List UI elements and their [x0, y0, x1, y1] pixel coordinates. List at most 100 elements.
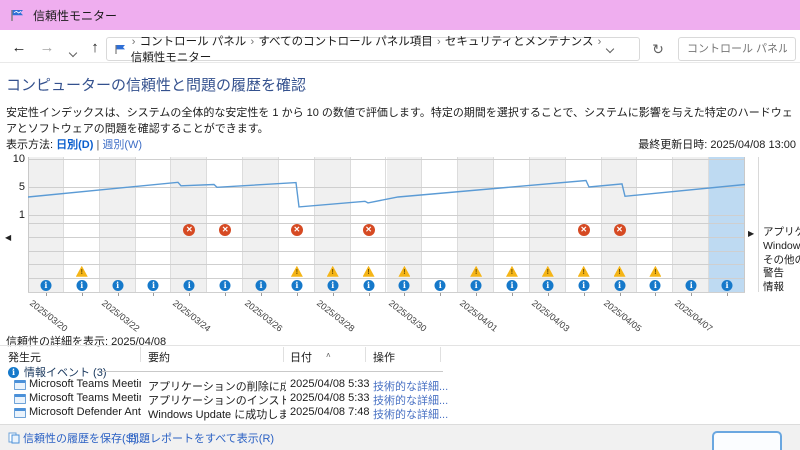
date-label: 2025/04/07	[673, 298, 715, 334]
error-icon[interactable]: ✕	[362, 223, 375, 236]
info-icon[interactable]: i	[363, 279, 375, 291]
reliability-monitor-icon	[115, 44, 125, 54]
date-label: 2025/04/03	[529, 298, 572, 334]
event-row-label: アプリケーション エラー	[763, 226, 800, 238]
chevron-down-icon	[68, 48, 78, 58]
scroll-right-arrow-icon[interactable]: ▶	[748, 229, 754, 238]
technical-details-link[interactable]: 技術的な詳細...	[373, 406, 448, 422]
chart-day-column[interactable]	[28, 157, 64, 292]
info-icon[interactable]: i	[614, 279, 626, 291]
chart-border	[744, 157, 745, 292]
breadcrumb-segment[interactable]: セキュリティとメンテナンス	[442, 36, 597, 48]
date-label: 2025/04/01	[458, 298, 500, 334]
date-label: 2025/03/30	[386, 298, 428, 334]
event-table-row[interactable]: Microsoft Teams Meeting ...アプリケーションの削除に成…	[0, 378, 460, 393]
gridline	[28, 236, 745, 238]
date-label: 2025/03/28	[314, 298, 357, 334]
save-history-link[interactable]: 信頼性の履歴を保存(S)...	[8, 430, 146, 446]
address-dropdown[interactable]	[605, 43, 615, 55]
event-table-row[interactable]: Microsoft Defender Antivi... Windows Upda…	[0, 406, 460, 422]
scroll-left-arrow-icon[interactable]: ◀	[5, 233, 11, 242]
error-icon[interactable]: ✕	[290, 223, 303, 236]
chart-day-column[interactable]	[709, 157, 745, 292]
info-icon[interactable]: i	[721, 279, 733, 291]
event-row-label: 警告	[763, 267, 784, 280]
info-icon[interactable]: i	[327, 279, 339, 291]
breadcrumb: › コントロール パネル › すべてのコントロール パネル項目 › セキュリティ…	[131, 33, 632, 65]
chart-day-column[interactable]	[243, 157, 279, 292]
last-updated: 最終更新日時: 2025/04/08 13:00	[638, 139, 796, 151]
save-report-icon	[8, 432, 20, 444]
error-icon[interactable]: ✕	[219, 223, 232, 236]
event-row-label: その他のエラー	[763, 253, 800, 266]
info-icon[interactable]: i	[434, 279, 446, 291]
forward-button[interactable]: →	[36, 37, 58, 59]
breadcrumb-segment[interactable]: 信頼性モニター	[131, 52, 212, 64]
breadcrumb-segment[interactable]: コントロール パネル	[136, 36, 249, 48]
gridline	[28, 278, 745, 280]
error-icon[interactable]: ✕	[183, 223, 196, 236]
info-icon[interactable]: i	[112, 279, 124, 291]
info-icon[interactable]: i	[183, 279, 195, 291]
gridline	[28, 250, 745, 252]
y-axis-tick-5: 5	[18, 181, 25, 193]
event-source: Microsoft Defender Antivi...	[29, 406, 141, 418]
y-axis-tick-10: 10	[12, 153, 25, 165]
event-row-label: Windows エラー	[763, 239, 800, 252]
address-bar[interactable]: › コントロール パネル › すべてのコントロール パネル項目 › セキュリティ…	[106, 36, 640, 64]
date-label: 2025/03/20	[27, 298, 70, 334]
info-icon[interactable]: i	[506, 279, 518, 291]
event-date: 2025/04/08 5:33	[290, 378, 370, 390]
panel-divider	[758, 157, 759, 292]
info-icon[interactable]: i	[255, 279, 267, 291]
view-mode-label: 表示方法:	[6, 139, 54, 151]
chart-day-column[interactable]	[99, 157, 136, 292]
back-button[interactable]: ←	[8, 37, 30, 59]
chart-day-column[interactable]	[422, 157, 459, 292]
info-icon[interactable]: i	[470, 279, 482, 291]
column-divider	[440, 347, 441, 362]
info-icon[interactable]: i	[291, 279, 303, 291]
info-icon[interactable]: i	[398, 279, 410, 291]
search-input[interactable]	[678, 37, 796, 61]
error-icon[interactable]: ✕	[577, 223, 590, 236]
details-title: 信頼性の詳細を表示: 2025/04/08	[6, 336, 167, 348]
group-divider	[102, 371, 443, 372]
info-icon[interactable]: i	[685, 279, 697, 291]
application-icon	[14, 408, 26, 418]
info-icon[interactable]: i	[578, 279, 590, 291]
info-icon[interactable]: i	[542, 279, 554, 291]
chart-border	[28, 157, 29, 292]
error-icon[interactable]: ✕	[613, 223, 626, 236]
view-daily-link[interactable]: 日別(D)	[56, 139, 93, 151]
title-bar: 信頼性モニター	[0, 0, 800, 30]
info-icon[interactable]: i	[40, 279, 52, 291]
view-weekly-link[interactable]: 週別(W)	[102, 139, 142, 151]
gridline	[28, 215, 745, 216]
info-icon[interactable]: i	[147, 279, 159, 291]
gridline	[28, 187, 745, 188]
event-table-row[interactable]: Microsoft Teams Meeting ...アプリケーションのインスト…	[0, 392, 460, 407]
column-header-summary[interactable]: 要約	[148, 349, 170, 365]
up-button[interactable]: ↑	[84, 37, 106, 59]
column-header-action[interactable]: 操作	[373, 349, 395, 365]
ok-button[interactable]	[712, 431, 782, 450]
table-top-border	[0, 345, 800, 346]
chart-day-column[interactable]	[136, 157, 172, 292]
info-icon: i	[8, 366, 19, 378]
gridline	[28, 159, 745, 160]
date-label: 2025/03/22	[99, 298, 142, 334]
info-icon[interactable]: i	[219, 279, 231, 291]
info-icon[interactable]: i	[76, 279, 88, 291]
column-header-source[interactable]: 発生元	[8, 349, 41, 365]
breadcrumb-segment[interactable]: すべてのコントロール パネル項目	[255, 36, 436, 48]
reliability-monitor-icon	[11, 9, 23, 21]
recent-pages-dropdown[interactable]	[62, 41, 84, 63]
info-icon[interactable]: i	[649, 279, 661, 291]
event-row-label: 情報	[763, 281, 784, 294]
column-header-date[interactable]: 日付 ˄	[290, 349, 331, 365]
refresh-button[interactable]: ↻	[646, 37, 670, 61]
chart-day-column[interactable]	[673, 157, 710, 292]
gridline	[28, 223, 745, 224]
view-all-reports-link[interactable]: 問題レポートをすべて表示(R)	[128, 430, 274, 446]
